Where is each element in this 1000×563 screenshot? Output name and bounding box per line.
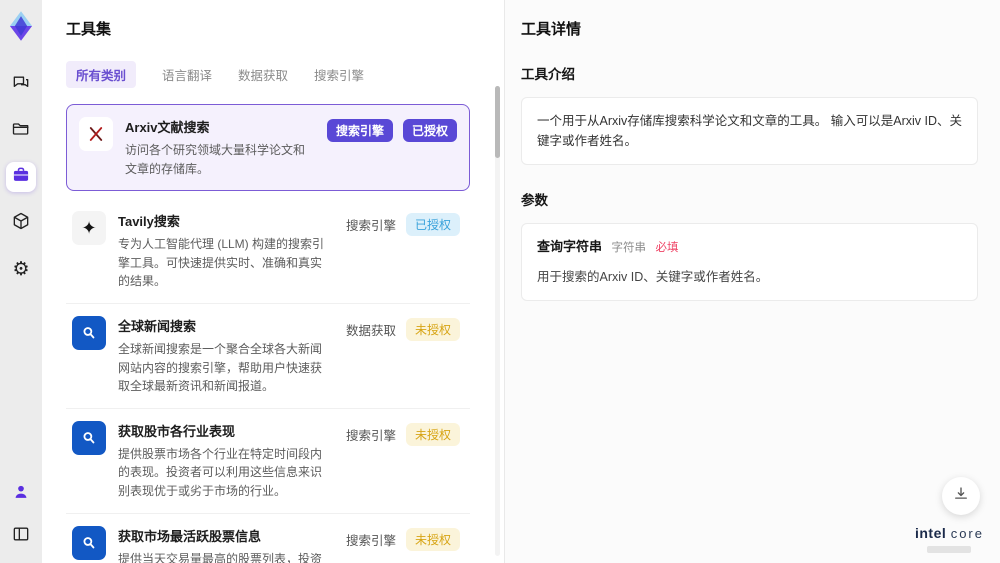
intel-sub-badge (927, 546, 972, 553)
cube-icon (11, 211, 31, 236)
param-required-badge: 必填 (655, 242, 679, 254)
tool-list-panel: 工具集 所有类别 语言翻译 数据获取 搜索引擎 Arxiv文献搜索 访问各个研究… (42, 0, 505, 563)
tool-tags: 搜索引擎 已授权 (326, 119, 457, 142)
tool-description: 提供当天交易量最高的股票列表，投资者可以利用这些信息来识别流动性强的股票和潜在的… (118, 551, 323, 563)
param-box: 查询字符串 字符串 必填 用于搜索的Arxiv ID、关键字或作者姓名。 (521, 223, 978, 301)
sidebar-bottom (6, 479, 36, 551)
tool-name: 全球新闻搜索 (118, 318, 197, 334)
sidebar-item-chat[interactable] (6, 70, 36, 100)
detail-title: 工具详情 (521, 21, 582, 38)
app-logo-icon[interactable] (6, 10, 36, 42)
tool-tags: 数据获取 未授权 (345, 317, 460, 341)
blue-search-icon (72, 525, 106, 560)
auth-badge: 已授权 (402, 119, 457, 142)
sidebar-item-user[interactable] (6, 479, 36, 509)
download-icon (952, 485, 970, 508)
user-icon (11, 482, 31, 507)
tool-card-active-stocks[interactable]: 获取市场最活跃股票信息 提供当天交易量最高的股票列表，投资者可以利用这些信息来识… (66, 514, 470, 563)
scrollbar-thumb[interactable] (495, 86, 500, 158)
tool-name: 获取市场最活跃股票信息 (118, 528, 262, 544)
tool-info: 获取市场最活跃股票信息 提供当天交易量最高的股票列表，投资者可以利用这些信息来识… (118, 526, 334, 563)
tool-info: 获取股市各行业表现 提供股票市场各个行业在特定时间段内的表现。投资者可以利用这些… (118, 421, 334, 501)
tool-card-global-news[interactable]: 全球新闻搜索 全球新闻搜索是一个聚合全球各大新闻网站内容的搜索引擎，帮助用户快速… (66, 304, 470, 409)
tab-language-translation[interactable]: 语言翻译 (162, 61, 212, 88)
tab-data-fetch[interactable]: 数据获取 (238, 61, 288, 88)
category-badge: 搜索引擎 (326, 119, 393, 142)
panel-icon (11, 524, 31, 549)
auth-badge: 未授权 (405, 422, 460, 446)
sidebar-item-packages[interactable] (6, 208, 36, 238)
params-heading: 参数 (521, 193, 548, 208)
tool-tags: 搜索引擎 未授权 (345, 527, 460, 551)
tool-info: Tavily搜索 专为人工智能代理 (LLM) 构建的搜索引擎工具。可快速提供实… (118, 211, 334, 291)
sidebar-item-collapse[interactable] (6, 521, 36, 551)
tab-all-categories[interactable]: 所有类别 (66, 61, 137, 88)
sidebar-item-folder[interactable] (6, 116, 36, 146)
tool-tags: 搜索引擎 已授权 (345, 213, 460, 237)
folder-icon (11, 119, 31, 144)
tool-list: Arxiv文献搜索 访问各个研究领域大量科学论文和文章的存储库。 搜索引擎 已授… (66, 104, 484, 563)
intro-box: 一个用于从Arxiv存储库搜索科学论文和文章的工具。 输入可以是Arxiv ID… (521, 97, 978, 165)
tool-detail-panel: 工具详情 工具介绍 一个用于从Arxiv存储库搜索科学论文和文章的工具。 输入可… (505, 0, 1000, 563)
category-label: 数据获取 (345, 323, 396, 338)
tool-name: Tavily搜索 (118, 214, 180, 230)
category-label: 搜索引擎 (345, 219, 396, 234)
page-title: 工具集 (66, 21, 112, 38)
tool-description: 专为人工智能代理 (LLM) 构建的搜索引擎工具。可快速提供实时、准确和真实的结… (118, 237, 325, 289)
sidebar: ⚙ (0, 0, 42, 563)
tool-description: 访问各个研究领域大量科学论文和文章的存储库。 (125, 143, 306, 176)
app-window: ⚙ 工具集 所有类别 语言翻译 数据获取 搜索引擎 Arxiv文献搜索 访问各个… (0, 0, 1000, 563)
download-button[interactable] (942, 477, 980, 515)
auth-badge: 未授权 (405, 527, 460, 551)
tool-info: 全球新闻搜索 全球新闻搜索是一个聚合全球各大新闻网站内容的搜索引擎，帮助用户快速… (118, 316, 334, 396)
tavily-star-icon: ✦ (72, 211, 106, 246)
tool-card-stock-sectors[interactable]: 获取股市各行业表现 提供股票市场各个行业在特定时间段内的表现。投资者可以利用这些… (66, 409, 470, 514)
tool-description: 全球新闻搜索是一个聚合全球各大新闻网站内容的搜索引擎，帮助用户快速获取全球最新资… (118, 341, 323, 394)
tool-info: Arxiv文献搜索 访问各个研究领域大量科学论文和文章的存储库。 (125, 117, 315, 178)
intel-core-logo: intel core (915, 525, 984, 553)
param-type: 字符串 (611, 242, 647, 254)
blue-search-icon (72, 420, 106, 455)
param-description: 用于搜索的Arxiv ID、关键字或作者姓名。 (537, 269, 769, 284)
intro-heading: 工具介绍 (521, 67, 575, 82)
category-label: 搜索引擎 (345, 533, 396, 548)
sidebar-nav: ⚙ (6, 70, 36, 284)
sidebar-item-settings[interactable]: ⚙ (6, 254, 36, 284)
blue-search-icon (72, 315, 106, 350)
sidebar-item-toolbox[interactable] (6, 162, 36, 192)
intel-wordmark: intel (914, 525, 947, 542)
tool-tags: 搜索引擎 未授权 (345, 422, 460, 446)
list-scrollbar[interactable] (495, 86, 500, 556)
arxiv-icon (79, 117, 113, 151)
auth-badge: 未授权 (405, 317, 460, 341)
briefcase-icon (11, 165, 31, 190)
tool-card-tavily[interactable]: ✦ Tavily搜索 专为人工智能代理 (LLM) 构建的搜索引擎工具。可快速提… (66, 199, 470, 304)
param-name: 查询字符串 (537, 239, 603, 254)
param-header: 查询字符串 字符串 必填 (537, 237, 962, 258)
core-wordmark: core (950, 526, 984, 542)
tool-name: Arxiv文献搜索 (125, 120, 210, 135)
tool-card-arxiv[interactable]: Arxiv文献搜索 访问各个研究领域大量科学论文和文章的存储库。 搜索引擎 已授… (66, 104, 470, 192)
tab-search-engine[interactable]: 搜索引擎 (314, 61, 364, 88)
chat-icon (11, 73, 31, 98)
category-label: 搜索引擎 (345, 428, 396, 443)
gear-icon: ⚙ (12, 258, 30, 280)
tool-description: 提供股票市场各个行业在特定时间段内的表现。投资者可以利用这些信息来识别表现优于或… (118, 446, 323, 498)
tool-name: 获取股市各行业表现 (118, 423, 236, 439)
category-tabs: 所有类别 语言翻译 数据获取 搜索引擎 (66, 61, 484, 88)
auth-badge: 已授权 (405, 213, 460, 237)
